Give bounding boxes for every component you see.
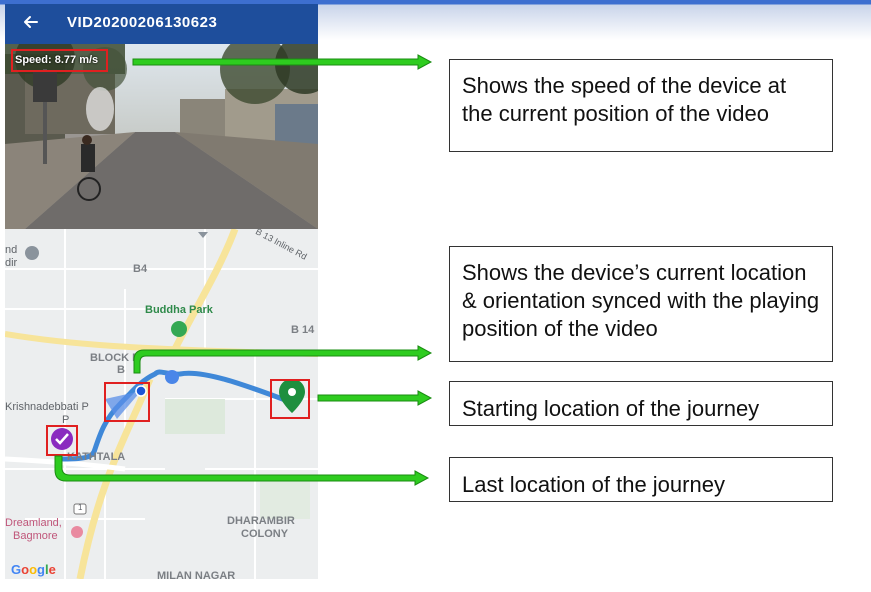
route-number: 1 — [78, 503, 83, 512]
block-label: B 14 — [291, 324, 315, 336]
callout-speed: Shows the speed of the device at the cur… — [449, 59, 833, 152]
google-logo: Google — [11, 562, 56, 577]
place-label: Krishnadebbati P — [5, 401, 89, 413]
callout-last: Last location of the journey — [449, 457, 833, 502]
speed-highlight-box — [11, 49, 108, 72]
place-label: Dreamland, — [5, 517, 62, 529]
park-label: Buddha Park — [145, 304, 213, 316]
block-label: BLOCK B — [90, 352, 141, 364]
app-bar: VID20200206130623 — [5, 4, 318, 44]
arrow-start — [317, 390, 433, 406]
block-label: B — [117, 364, 125, 376]
place-label: nd — [5, 244, 18, 256]
area-label: COLONY — [241, 528, 289, 540]
area-label: MILAN NAGAR — [157, 570, 236, 579]
place-label: dir — [5, 257, 18, 269]
start-location-highlight-box — [270, 379, 310, 419]
block-label: B4 — [133, 263, 148, 275]
callout-current-location: Shows the device’s current location & or… — [449, 246, 833, 362]
last-location-highlight-box — [46, 425, 78, 456]
current-location-highlight-box — [104, 382, 150, 422]
video-title: VID20200206130623 — [67, 14, 218, 31]
phone-screen: VID20200206130623 Speed: 8.77 m/s B 13 I… — [5, 4, 318, 579]
place-label: Bagmore — [13, 530, 58, 542]
area-label: DHARAMBIR — [227, 515, 295, 527]
callout-start: Starting location of the journey — [449, 381, 833, 426]
arrow-left-icon[interactable] — [21, 12, 41, 32]
